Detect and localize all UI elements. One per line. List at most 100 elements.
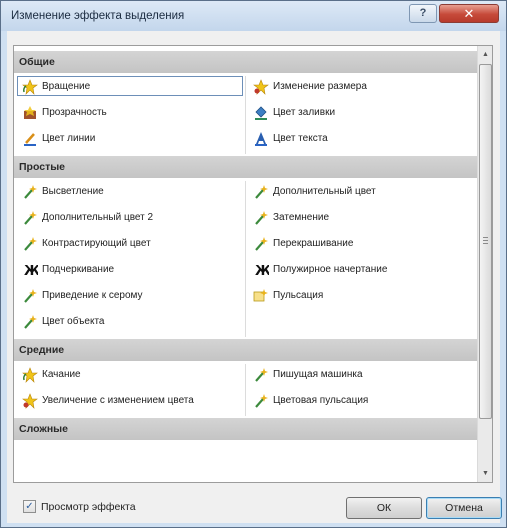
preview-checkbox[interactable]: ✓ [23,500,36,513]
effect-item-box: Вращение [17,76,243,96]
text-color-icon [253,131,269,147]
fill-bucket-icon [253,105,269,121]
resize-star-icon [22,393,38,409]
effect-item[interactable]: Дополнительный цвет [248,181,474,201]
effect-item-box: Цвет линии [17,128,243,148]
scroll-up-arrow-icon[interactable]: ▲ [479,47,492,62]
effect-item[interactable]: Перекрашивание [248,233,474,253]
effect-item[interactable]: Цвет линии [17,128,243,148]
effect-item-box: Дополнительный цвет 2 [17,207,243,227]
svg-text:Ж: Ж [24,264,38,278]
effect-item-label: Пишущая машинка [273,369,363,380]
scroll-down-arrow-icon[interactable]: ▼ [479,466,492,481]
effect-item-label: Вращение [42,81,91,92]
wand-icon [253,184,269,200]
rotate-star-icon [22,79,38,95]
effect-item-box: Затемнение [248,207,474,227]
line-pen-icon [22,131,38,147]
wand-icon [22,314,38,330]
effect-item[interactable]: Высветление [17,181,243,201]
effect-item-box: Ж Полужирное начертание [248,259,474,279]
effect-item-label: Цвет линии [42,133,96,144]
effect-item-label: Цвет заливки [273,107,336,118]
preview-label[interactable]: Просмотр эффекта [41,501,136,513]
effect-item[interactable]: Приведение к серому [17,285,243,305]
effect-item[interactable]: Затемнение [248,207,474,227]
column-divider [245,76,246,154]
effect-item-label: Цветовая пульсация [273,395,369,406]
column-divider [245,364,246,416]
cancel-button[interactable]: Отмена [426,497,502,519]
effect-item[interactable]: Пульсация [248,285,474,305]
effect-item[interactable]: Прозрачность [17,102,243,122]
effect-item-label: Увеличение с изменением цвета [42,395,194,406]
wand-icon [22,184,38,200]
bold-icon: Ж [253,262,271,279]
effect-item-label: Затемнение [273,212,330,223]
effect-item-label: Перекрашивание [273,238,354,249]
effect-item-label: Цвет текста [273,133,328,144]
column-divider [245,181,246,337]
group-header: Простые [14,156,477,178]
effect-item-box: Пишущая машинка [248,364,474,384]
effect-item-box: Контрастирующий цвет [17,233,243,253]
effect-item[interactable]: Ж Подчеркивание [17,259,243,279]
effect-item[interactable]: Дополнительный цвет 2 [17,207,243,227]
effect-item-box: Прозрачность [17,102,243,122]
preview-checkbox-row[interactable]: ✓ Просмотр эффекта [23,499,163,515]
title-bar[interactable]: Изменение эффекта выделения ? ✕ [1,1,506,31]
effect-item-label: Приведение к серому [42,290,143,301]
effect-item[interactable]: Качание [17,364,243,384]
effect-item-box: Высветление [17,181,243,201]
effect-item-box: Дополнительный цвет [248,181,474,201]
resize-star-icon [253,79,269,95]
effect-item-label: Высветление [42,186,104,197]
effect-item-box: Перекрашивание [248,233,474,253]
wand-icon [253,393,269,409]
help-button[interactable]: ? [409,4,437,23]
transparency-icon [22,105,38,121]
group-header: Сложные [14,418,477,440]
effects-list: Общие Вращение Изменение размера Прозрачнос… [14,46,477,482]
wand-icon [22,210,38,226]
effect-item[interactable]: Изменение размера [248,76,474,96]
effect-item-box: Цвет заливки [248,102,474,122]
effects-list-frame: Общие Вращение Изменение размера Прозрачнос… [13,45,493,483]
effect-item[interactable]: Пишущая машинка [248,364,474,384]
effect-item-box: Пульсация [248,285,474,305]
effect-item-label: Полужирное начертание [273,264,388,275]
effect-item-label: Дополнительный цвет [273,186,376,197]
thumb-grip [483,243,488,244]
close-button[interactable]: ✕ [439,4,499,23]
wand-icon [253,236,269,252]
effect-item[interactable]: Цвет объекта [17,311,243,331]
wand-icon [253,367,269,383]
effect-item-box: Качание [17,364,243,384]
effect-item[interactable]: Цвет текста [248,128,474,148]
wand-icon [253,210,269,226]
effect-item-box: Изменение размера [248,76,474,96]
effect-item-box: Цвет объекта [17,311,243,331]
thumb-grip [483,240,488,241]
effect-item[interactable]: Цветовая пульсация [248,390,474,410]
effect-item-label: Контрастирующий цвет [42,238,151,249]
effect-item[interactable]: Увеличение с изменением цвета [17,390,243,410]
scrollbar-thumb[interactable] [479,64,492,419]
effect-item-label: Качание [42,369,81,380]
window-title: Изменение эффекта выделения [11,10,185,22]
effect-item-label: Дополнительный цвет 2 [42,212,154,223]
effect-item-label: Цвет объекта [42,316,105,327]
effect-item-box: Увеличение с изменением цвета [17,390,243,410]
effect-item-label: Подчеркивание [42,264,115,275]
vertical-scrollbar[interactable]: ▲ ▼ [477,46,492,482]
effect-item[interactable]: Цвет заливки [248,102,474,122]
effect-item-box: Приведение к серому [17,285,243,305]
effect-item[interactable]: Контрастирующий цвет [17,233,243,253]
svg-text:Ж: Ж [255,264,269,278]
pulse-star-icon [253,288,269,304]
wand-icon [22,288,38,304]
ok-button[interactable]: ОК [346,497,422,519]
effect-item[interactable]: Ж Полужирное начертание [248,259,474,279]
effect-item[interactable]: Вращение [17,76,243,96]
effect-item-label: Прозрачность [42,107,107,118]
